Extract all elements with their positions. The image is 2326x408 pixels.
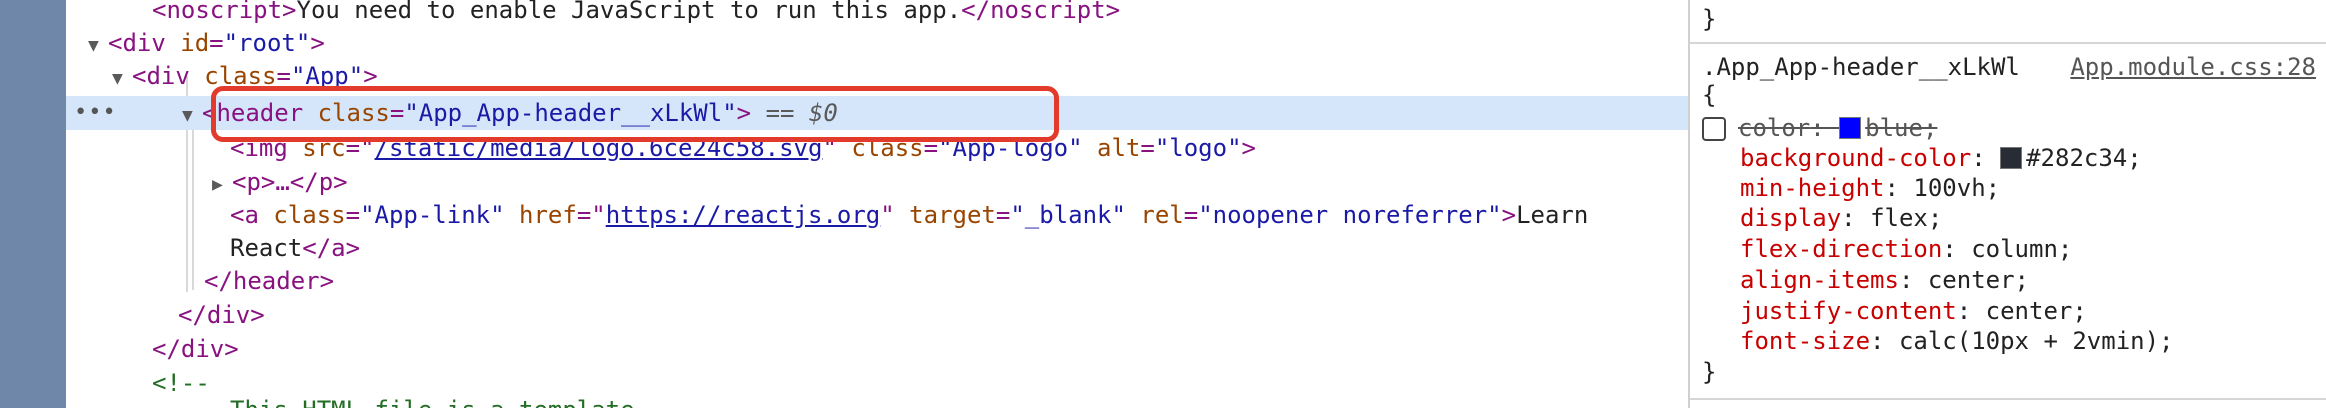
attr-value: "root" bbox=[223, 29, 311, 57]
attr-name: class bbox=[851, 134, 924, 162]
color-swatch[interactable] bbox=[1839, 117, 1862, 139]
dom-node-div-close[interactable]: </div> bbox=[66, 332, 1688, 366]
prop-value[interactable]: center; bbox=[1986, 297, 2087, 325]
attr-value: "App_App-header__xLkWl" bbox=[404, 99, 737, 127]
dom-node-p[interactable]: ▶ <p>…</p> bbox=[66, 165, 1688, 199]
attr-name: src bbox=[302, 134, 346, 162]
src-link[interactable]: /static/media/logo.6ce24c58.svg bbox=[375, 134, 823, 162]
prop-checkbox[interactable] bbox=[1702, 117, 1726, 141]
more-options-icon[interactable]: ••• bbox=[74, 96, 116, 130]
tag-close: </header> bbox=[204, 267, 335, 295]
prop-name: flex-direction bbox=[1740, 235, 1943, 263]
elements-panel: <noscript>You need to enable JavaScript … bbox=[66, 0, 1688, 408]
attr-value: "_blank" bbox=[1010, 201, 1126, 229]
tag-close: </div> bbox=[152, 335, 239, 363]
prop-value: blue; bbox=[1865, 114, 1938, 142]
prev-rule-close: } bbox=[1702, 5, 1717, 33]
tag-collapsed: <p>…</p> bbox=[232, 168, 348, 196]
selected-marker: == $0 bbox=[765, 99, 838, 127]
left-gutter bbox=[0, 0, 66, 408]
dom-node-a-cont[interactable]: React</a> bbox=[66, 231, 1688, 265]
attr-name: id bbox=[180, 29, 210, 57]
prop-name: font-size bbox=[1740, 327, 1871, 355]
css-prop-justify-content[interactable]: justify-content: center; bbox=[1740, 296, 2326, 327]
attr-value: "noopener noreferrer" bbox=[1198, 201, 1502, 229]
styles-panel: } .App_App-header__xLkWl App.module.css:2… bbox=[1690, 0, 2326, 408]
prop-value[interactable]: center; bbox=[1928, 266, 2029, 294]
prop-value[interactable]: column; bbox=[1971, 235, 2072, 263]
css-prop-color-disabled[interactable]: color: blue; bbox=[1702, 113, 2326, 144]
prop-name: align-items bbox=[1740, 266, 1899, 294]
prop-value[interactable]: 100vh; bbox=[1913, 174, 2000, 202]
expanded-triangle-icon[interactable]: ▼ bbox=[88, 29, 108, 63]
css-prop-display[interactable]: display: flex; bbox=[1740, 203, 2326, 234]
dom-node-header-selected[interactable]: ••• ▼ <header class="App_App-header__xLkWl… bbox=[66, 96, 1688, 130]
node-text: You need to enable JavaScript to run thi… bbox=[296, 0, 962, 24]
rule-separator bbox=[1690, 42, 2326, 44]
dom-node-header-close[interactable]: </header> bbox=[66, 264, 1688, 298]
expanded-triangle-icon[interactable]: ▼ bbox=[182, 99, 202, 133]
css-prop-background-color[interactable]: background-color: #282c34; bbox=[1740, 143, 2326, 174]
dom-node-div-close[interactable]: </div> bbox=[66, 298, 1688, 332]
node-text: React bbox=[230, 234, 303, 262]
attr-name: rel bbox=[1140, 201, 1184, 229]
dom-node-comment-text: This HTML file is a template. bbox=[66, 393, 1688, 408]
color-swatch[interactable] bbox=[2000, 147, 2023, 169]
prop-name: background-color bbox=[1740, 144, 1972, 172]
expanded-triangle-icon[interactable]: ▼ bbox=[112, 62, 132, 96]
rule-selector-line: .App_App-header__xLkWl App.module.css:28 bbox=[1702, 52, 2326, 83]
css-prop-min-height[interactable]: min-height: 100vh; bbox=[1740, 173, 2326, 204]
tag-close: </noscript> bbox=[961, 0, 1121, 24]
tag-open: <noscript> bbox=[152, 0, 297, 24]
css-prop-font-size[interactable]: font-size: calc(10px + 2vmin); bbox=[1740, 326, 2326, 357]
attr-value: "App-logo" bbox=[938, 134, 1083, 162]
comment-text: This HTML file is a template. bbox=[230, 396, 649, 408]
prop-name: color bbox=[1738, 114, 1811, 142]
attr-value: "App" bbox=[290, 62, 364, 90]
tag-open: <img bbox=[230, 134, 288, 162]
prop-value[interactable]: flex; bbox=[1870, 204, 1942, 232]
attr-value: "logo" bbox=[1154, 134, 1242, 162]
href-link[interactable]: https://reactjs.org bbox=[606, 201, 881, 229]
prop-value[interactable]: #282c34; bbox=[2026, 144, 2142, 172]
attr-name: class bbox=[204, 62, 277, 90]
rule-close-brace: } bbox=[1702, 358, 1717, 386]
dom-node-div-app[interactable]: ▼ <div class="App"> bbox=[66, 59, 1688, 93]
node-text: Learn bbox=[1516, 201, 1589, 229]
attr-value: "App-link" bbox=[360, 201, 505, 229]
prop-name: justify-content bbox=[1740, 297, 1957, 325]
prop-name: display bbox=[1740, 204, 1842, 232]
attr-name: href bbox=[519, 201, 577, 229]
tag-close: </a> bbox=[302, 234, 361, 262]
rule-separator bbox=[1690, 398, 2326, 400]
tag-close: </div> bbox=[178, 301, 265, 329]
css-prop-flex-direction[interactable]: flex-direction: column; bbox=[1740, 234, 2326, 265]
dom-node-img[interactable]: <img src="/static/media/logo.6ce24c58.sv… bbox=[66, 131, 1688, 165]
attr-name: class bbox=[273, 201, 346, 229]
css-prop-align-items[interactable]: align-items: center; bbox=[1740, 265, 2326, 296]
tag-open: <a bbox=[230, 201, 259, 229]
rule-open-brace: { bbox=[1702, 81, 1717, 109]
prop-value[interactable]: calc(10px + 2vmin); bbox=[1899, 327, 2174, 355]
tag-open: <header bbox=[202, 99, 304, 127]
dom-node-div-root[interactable]: ▼ <div id="root"> bbox=[66, 26, 1688, 60]
prop-name: min-height bbox=[1740, 174, 1885, 202]
attr-name: class bbox=[317, 99, 390, 127]
rule-selector: .App_App-header__xLkWl bbox=[1702, 53, 2020, 81]
tag-open: <div bbox=[132, 62, 190, 90]
attr-name: alt bbox=[1097, 134, 1141, 162]
dom-node-noscript[interactable]: <noscript>You need to enable JavaScript … bbox=[66, 0, 1688, 27]
tag-open: <div bbox=[108, 29, 166, 57]
attr-name: target bbox=[909, 201, 996, 229]
source-link[interactable]: App.module.css:28 bbox=[2070, 52, 2316, 83]
dom-node-a[interactable]: <a class="App-link" href="https://reactj… bbox=[66, 198, 1688, 232]
collapsed-triangle-icon[interactable]: ▶ bbox=[212, 168, 232, 202]
